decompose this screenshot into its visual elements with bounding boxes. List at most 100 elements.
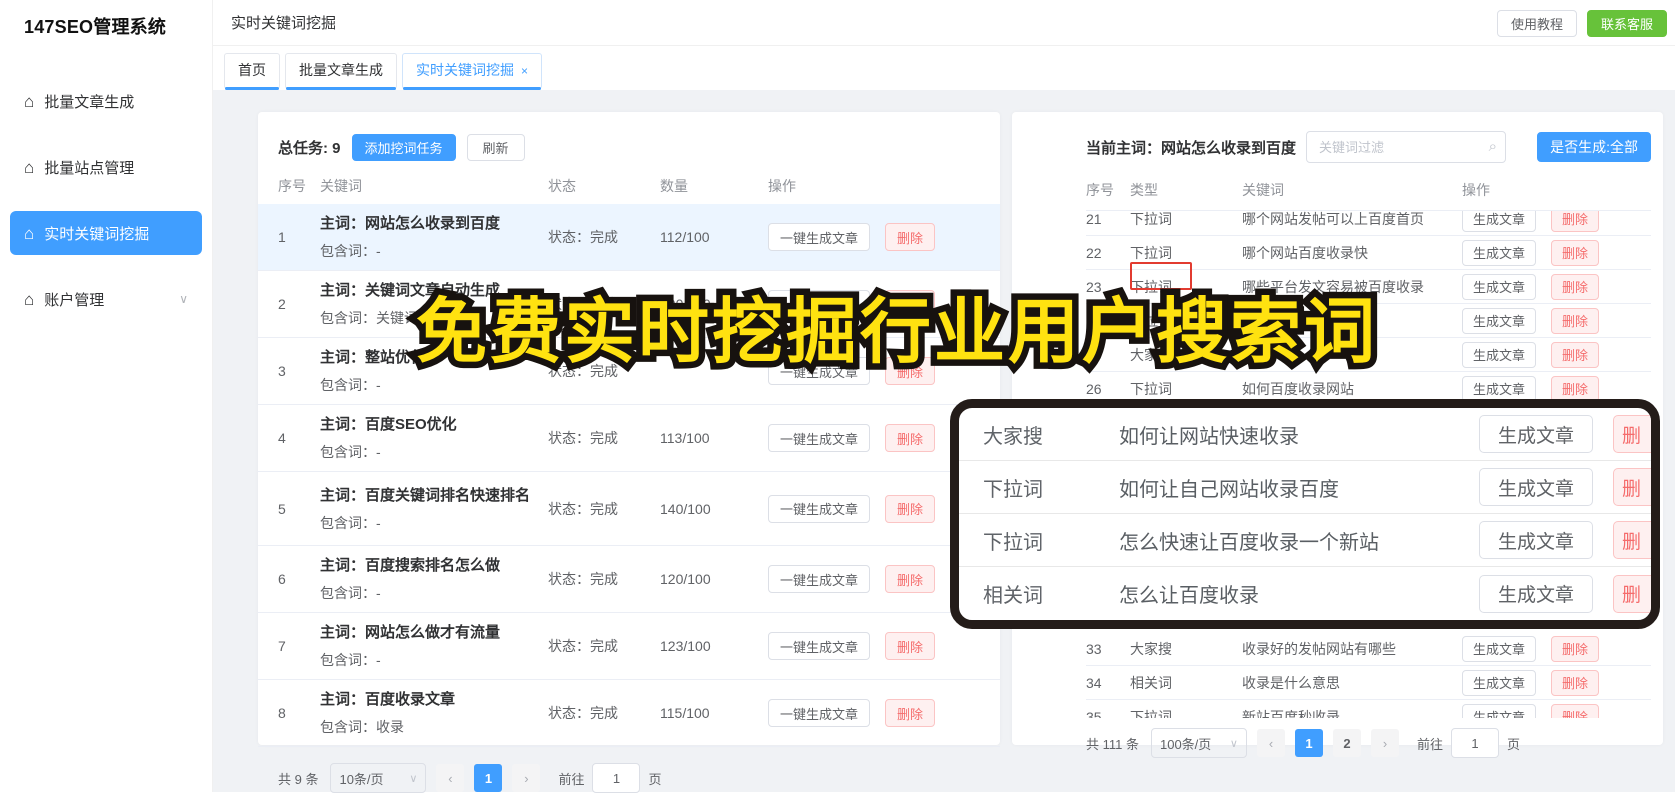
generate-article-button[interactable]: 生成文章 bbox=[1462, 211, 1537, 232]
generate-article-button[interactable]: 生成文章 bbox=[1462, 669, 1537, 696]
refresh-button[interactable]: 刷新 bbox=[466, 133, 525, 161]
row-no: 5 bbox=[278, 500, 286, 517]
zoom-row: 大家搜 如何让网站快速收录 生成文章 删 bbox=[959, 408, 1651, 461]
generate-article-button[interactable]: 生成文章 bbox=[1462, 703, 1537, 718]
delete-button[interactable]: 删除 bbox=[885, 699, 936, 727]
delete-button[interactable]: 删除 bbox=[1551, 375, 1600, 402]
generate-article-button[interactable]: 生成文章 bbox=[1462, 375, 1537, 402]
home-icon: ⌂ bbox=[24, 157, 35, 177]
sidebar-item-keyword-mining[interactable]: ⌂ 实时关键词挖掘 bbox=[10, 211, 202, 255]
row-no: 23 bbox=[1086, 278, 1102, 295]
generate-article-button[interactable]: 一键生成文章 bbox=[768, 223, 871, 251]
page-title: 实时关键词挖掘 bbox=[231, 15, 337, 32]
contact-support-button[interactable]: 联系客服 bbox=[1587, 10, 1667, 37]
page-number-2[interactable]: 2 bbox=[1332, 729, 1361, 757]
generate-article-button[interactable]: 生成文章 bbox=[1462, 635, 1537, 662]
delete-button[interactable]: 删除 bbox=[885, 357, 936, 385]
tab-article-generate[interactable]: 批量文章生成 bbox=[285, 53, 397, 90]
row-no: 21 bbox=[1086, 210, 1102, 227]
keywords-rows-top: 21 下拉词 哪个网站发帖可以上百度首页 生成文章 删除 22 下拉词 哪个网站百… bbox=[1086, 210, 1651, 406]
page-size-select[interactable]: 100条/页 ∨ bbox=[1150, 728, 1247, 758]
delete-button[interactable]: 删除 bbox=[885, 290, 936, 318]
generate-article-button[interactable]: 一键生成文章 bbox=[768, 565, 871, 593]
delete-button[interactable]: 删除 bbox=[1551, 341, 1600, 368]
page-size-select[interactable]: 10条/页 ∨ bbox=[330, 763, 427, 793]
delete-button[interactable]: 删除 bbox=[1551, 703, 1600, 718]
list-item: 21 下拉词 哪个网站发帖可以上百度首页 生成文章 删除 bbox=[1086, 210, 1651, 236]
generate-article-button[interactable]: 一键生成文章 bbox=[768, 494, 871, 523]
goto-page-input[interactable] bbox=[592, 763, 641, 793]
sidebar: 147SEO管理系统 ⌂ 批量文章生成 ⌂ 批量站点管理 ⌂ 实时关键词挖掘 ⌂… bbox=[0, 0, 213, 792]
tab-label: 首页 bbox=[238, 62, 266, 78]
delete-button[interactable]: 删除 bbox=[1551, 307, 1600, 334]
col-keyword: 关键词 bbox=[1242, 182, 1284, 198]
keyword-type: 相关词 bbox=[1130, 674, 1172, 691]
add-task-button[interactable]: 添加挖词任务 bbox=[351, 133, 456, 161]
delete-button[interactable]: 删除 bbox=[1551, 669, 1600, 696]
sidebar-item-label: 批量文章生成 bbox=[44, 93, 135, 111]
task-qty: 115/100 bbox=[660, 705, 710, 721]
close-icon[interactable]: × bbox=[521, 64, 528, 78]
task-status: 状态：完成 bbox=[548, 571, 618, 587]
next-page-button[interactable]: › bbox=[1370, 729, 1399, 757]
tab-label: 实时关键词挖掘 bbox=[416, 62, 514, 78]
generate-all-button[interactable]: 是否生成:全部 bbox=[1537, 132, 1651, 162]
keyword-text: 收录好的发帖网站有哪些 bbox=[1242, 640, 1396, 657]
tutorial-button[interactable]: 使用教程 bbox=[1497, 10, 1577, 37]
delete-button[interactable]: 删除 bbox=[1551, 239, 1600, 266]
task-main-keyword: 主词：网站怎么做才有流量 bbox=[320, 624, 501, 641]
tab-keyword-mining[interactable]: 实时关键词挖掘 × bbox=[402, 53, 543, 90]
goto-page-input[interactable] bbox=[1451, 728, 1499, 758]
col-qty: 数量 bbox=[660, 178, 688, 194]
row-no: 7 bbox=[278, 638, 286, 654]
page-number-1[interactable]: 1 bbox=[1294, 729, 1323, 757]
keyword-text: 怎么快速让百度收录一个新站 bbox=[1119, 531, 1379, 554]
page-number-1[interactable]: 1 bbox=[474, 764, 503, 792]
delete-button[interactable]: 删除 bbox=[885, 632, 936, 660]
total-tasks-label: 总任务: 9 bbox=[278, 139, 341, 157]
generate-article-button[interactable]: 一键生成文章 bbox=[768, 424, 871, 452]
delete-button[interactable]: 删除 bbox=[885, 424, 936, 452]
row-no: 6 bbox=[278, 571, 286, 587]
task-include-words: 包含词：- bbox=[320, 514, 381, 531]
delete-button[interactable]: 删除 bbox=[885, 223, 936, 251]
row-no: 26 bbox=[1086, 380, 1102, 397]
delete-button[interactable]: 删除 bbox=[1551, 273, 1600, 300]
topbar: 实时关键词挖掘 使用教程 联系客服 bbox=[213, 0, 1675, 46]
delete-button[interactable]: 删除 bbox=[885, 494, 936, 523]
keyword-text: 哪个网站百度收录快 bbox=[1242, 244, 1368, 261]
task-main-keyword: 主词：百度SEO优化 bbox=[320, 416, 457, 433]
generate-article-button[interactable]: 生成文章 bbox=[1462, 273, 1537, 300]
current-main-keyword-label: 当前主词：网站怎么收录到百度 bbox=[1086, 139, 1297, 157]
generate-article-button[interactable]: 生成文章 bbox=[1462, 239, 1537, 266]
keyword-filter-input[interactable] bbox=[1306, 131, 1507, 163]
keyword-type: 相关词 bbox=[983, 585, 1043, 607]
sidebar-item-label: 批量站点管理 bbox=[44, 159, 135, 177]
task-main-keyword: 主词：百度关键词排名快速排名 bbox=[320, 486, 531, 504]
tab-label: 批量文章生成 bbox=[299, 62, 383, 78]
generate-article-button[interactable]: 一键生成文章 bbox=[768, 357, 871, 385]
generate-article-button[interactable]: 生成文章 bbox=[1462, 307, 1537, 334]
delete-button[interactable]: 删除 bbox=[1551, 211, 1600, 232]
prev-page-button[interactable]: ‹ bbox=[1256, 729, 1285, 757]
sidebar-item-account[interactable]: ⌂ 账户管理 ∨ bbox=[10, 277, 202, 321]
keyword-text: 如何让网站快速收录 bbox=[1119, 425, 1299, 448]
prev-page-button[interactable]: ‹ bbox=[436, 764, 465, 792]
delete-button[interactable]: 删除 bbox=[1551, 635, 1600, 662]
keyword-type: 大家搜 bbox=[983, 425, 1043, 448]
tab-home[interactable]: 首页 bbox=[224, 53, 280, 90]
keyword-type: 下拉词 bbox=[1130, 708, 1172, 719]
sidebar-item-article-generate[interactable]: ⌂ 批量文章生成 bbox=[10, 79, 202, 123]
keywords-table-header: 序号 类型 关键词 操作 bbox=[1086, 164, 1651, 210]
delete-button[interactable]: 删除 bbox=[885, 565, 936, 593]
generate-article-button[interactable]: 一键生成文章 bbox=[768, 290, 871, 318]
next-page-button[interactable]: › bbox=[512, 764, 541, 792]
generate-article-button[interactable]: 一键生成文章 bbox=[768, 632, 871, 660]
page-size-value: 10条/页 bbox=[339, 771, 384, 787]
total-count: 共 111 条 bbox=[1086, 736, 1139, 752]
task-qty: 120/100 bbox=[660, 571, 711, 587]
generate-article-button[interactable]: 生成文章 bbox=[1462, 341, 1537, 368]
sidebar-item-site-manage[interactable]: ⌂ 批量站点管理 bbox=[10, 145, 202, 189]
generate-article-button[interactable]: 一键生成文章 bbox=[768, 699, 871, 727]
task-qty: 113/100 bbox=[660, 430, 710, 446]
